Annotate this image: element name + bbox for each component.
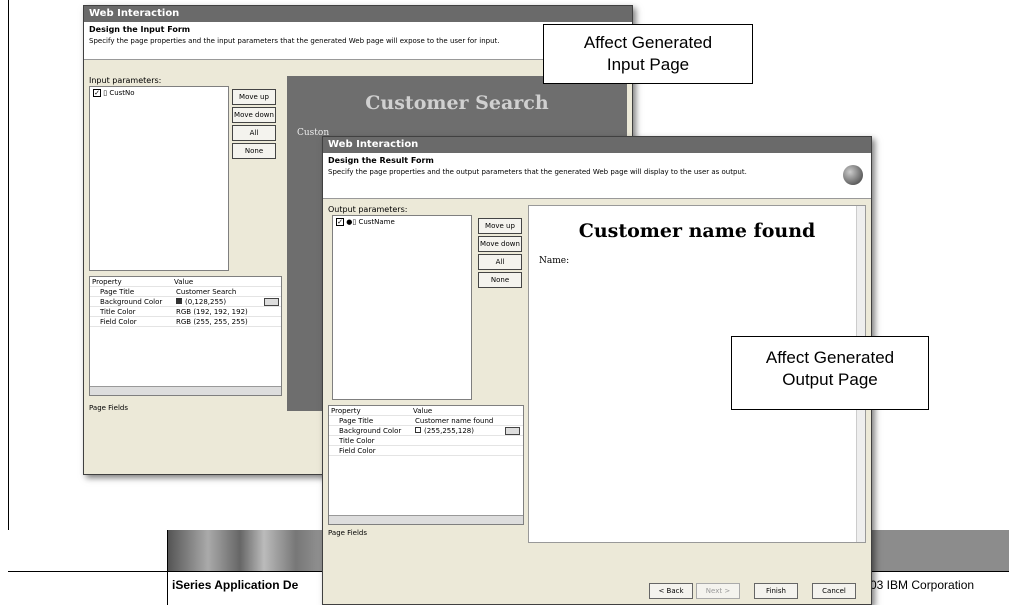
field-icon: ●▯ [346,218,357,226]
footer-title: iSeries Application De [172,578,299,592]
table-row[interactable]: Title Color [329,436,523,446]
output-params-list[interactable]: ✓ ●▯ CustName [332,215,472,400]
input-params-list[interactable]: ✓ ▯ CustNo [89,86,229,271]
table-row[interactable]: Page Title Customer name found [329,416,523,426]
color-picker-button[interactable] [505,427,520,435]
preview-title: Customer Search [365,92,549,114]
table-header: Property Value [90,277,281,287]
field-icon: ▯ [103,89,108,97]
cancel-button[interactable]: Cancel [812,583,856,599]
move-up-button[interactable]: Move up [232,89,276,105]
color-swatch [415,427,421,433]
footer-copyright: 03 IBM Corporation [870,578,975,592]
property-table[interactable]: Property Value Page Title Customer name f… [328,405,524,525]
table-row[interactable]: Title Color RGB (192, 192, 192) [90,307,281,317]
window-title: Web Interaction [323,137,871,153]
wizard-header: Design the Result Form Specify the page … [323,153,871,199]
tab-strip[interactable]: Page Fields [328,529,367,537]
all-button[interactable]: All [232,125,276,141]
color-picker-button[interactable] [264,298,279,306]
horizontal-scrollbar[interactable] [90,386,281,395]
window-title: Web Interaction [84,6,632,22]
callout-output-page: Affect Generated Output Page [731,336,929,410]
back-button[interactable]: < Back [649,583,693,599]
finish-button[interactable]: Finish [754,583,798,599]
preview-title: Customer name found [578,220,816,242]
next-button[interactable]: Next > [696,583,740,599]
table-header: Property Value [329,406,523,416]
callout-input-page: Affect Generated Input Page [543,24,753,84]
footer-photo-strip [168,530,328,571]
move-up-button[interactable]: Move up [478,218,522,234]
none-button[interactable]: None [232,143,276,159]
tab-strip[interactable]: Page Fields [89,404,128,412]
color-swatch [176,298,182,304]
none-button[interactable]: None [478,272,522,288]
checkbox-icon[interactable]: ✓ [336,218,344,226]
list-item[interactable]: ✓ ●▯ CustName [333,216,471,228]
preview-field-label: Name: [539,256,570,266]
checkbox-icon[interactable]: ✓ [93,89,101,97]
table-row[interactable]: Field Color RGB (255, 255, 255) [90,317,281,327]
all-button[interactable]: All [478,254,522,270]
table-row[interactable]: Background Color (0,128,255) [90,297,281,307]
params-label: Output parameters: [328,205,408,214]
table-row[interactable]: Page Title Customer Search [90,287,281,297]
table-row[interactable]: Background Color (255,255,128) [329,426,523,436]
globe-icon [843,165,863,185]
move-down-button[interactable]: Move down [478,236,522,252]
params-label: Input parameters: [89,76,162,85]
property-table[interactable]: Property Value Page Title Customer Search… [89,276,282,396]
header-description: Specify the page properties and the outp… [328,168,747,176]
footer-left-box [8,530,168,605]
move-down-button[interactable]: Move down [232,107,276,123]
header-title: Design the Result Form [328,156,434,165]
slide-border [8,0,9,560]
param-label: CustName [358,218,395,226]
list-item[interactable]: ✓ ▯ CustNo [90,87,228,99]
param-label: CustNo [109,89,135,97]
horizontal-scrollbar[interactable] [329,515,523,524]
table-row[interactable]: Field Color [329,446,523,456]
